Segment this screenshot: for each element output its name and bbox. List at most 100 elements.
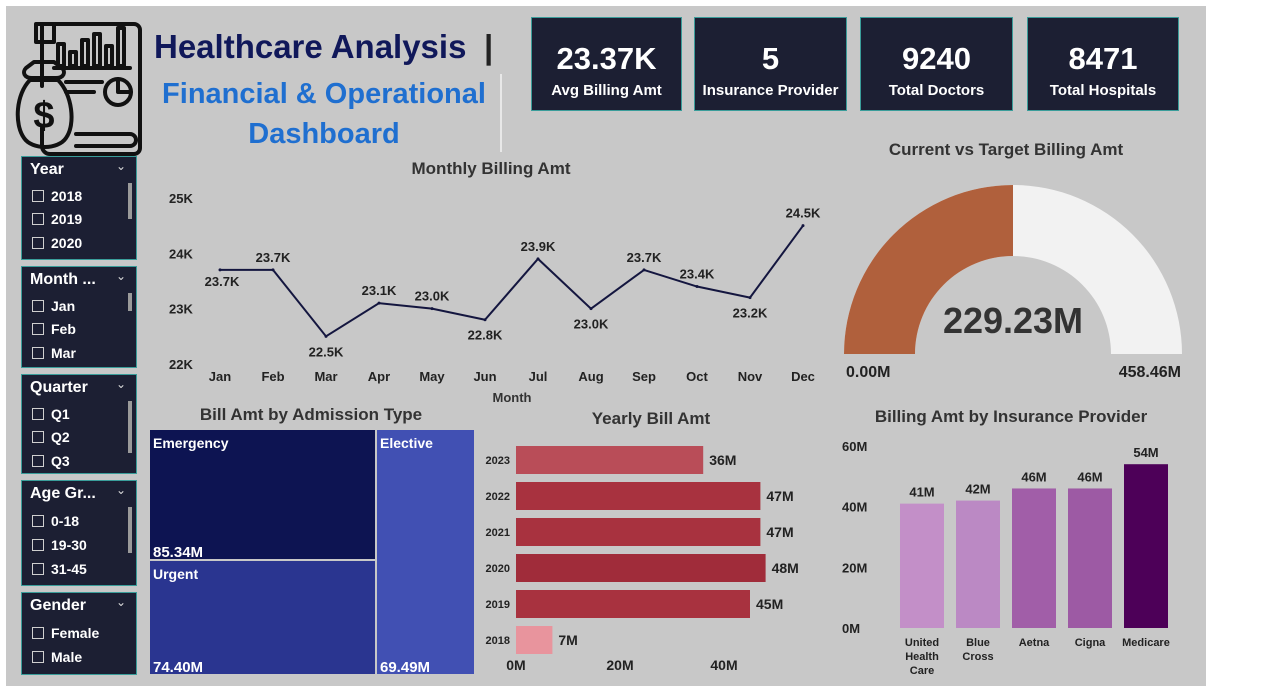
treemap-title: Bill Amt by Admission Type	[199, 405, 423, 424]
checkbox-icon[interactable]	[32, 190, 44, 202]
slicer-option[interactable]: 2018	[32, 188, 82, 204]
data-label: 23.1K	[362, 283, 397, 298]
x-tick-label: Medicare	[1122, 637, 1170, 649]
slicer-title: Year	[30, 161, 64, 178]
slicer-option[interactable]: Female	[32, 625, 99, 641]
slicer-option[interactable]: 2020	[32, 235, 82, 251]
slicer-option[interactable]: Jan	[32, 298, 75, 314]
slicer-scrollbar[interactable]	[128, 507, 132, 553]
y-tick-label: 2018	[486, 635, 510, 647]
y-tick-label: 0M	[842, 621, 860, 636]
bar	[516, 590, 750, 618]
bar	[516, 518, 761, 546]
slicer-option[interactable]: 19-30	[32, 537, 87, 553]
x-tick-label: Cross	[962, 651, 993, 663]
slicer-option[interactable]: 2019	[32, 211, 82, 227]
checkbox-icon[interactable]	[32, 408, 44, 420]
y-tick-label: 2023	[486, 455, 510, 467]
year-slicer[interactable]: Year ⌄ 2018 2019 2020	[21, 156, 137, 260]
chevron-down-icon[interactable]: ⌄	[116, 159, 126, 173]
x-tick-label: Sep	[632, 369, 656, 384]
y-tick-label: 2020	[486, 563, 510, 575]
month-slicer[interactable]: Month ... ⌄ Jan Feb Mar	[21, 266, 137, 368]
x-tick-label: 0M	[506, 657, 525, 673]
kpi-value: 8471	[1068, 41, 1138, 76]
data-label: 23.2K	[733, 306, 768, 321]
checkbox-icon[interactable]	[32, 431, 44, 443]
x-axis-label: Month	[493, 390, 532, 405]
chevron-down-icon[interactable]: ⌄	[116, 595, 126, 609]
kpi-label: Insurance Provider	[702, 82, 839, 99]
checkbox-icon[interactable]	[32, 539, 44, 551]
option-label: Jan	[51, 298, 76, 314]
checkbox-icon[interactable]	[32, 300, 44, 312]
x-tick-label: Jul	[529, 369, 548, 384]
checkbox-icon[interactable]	[32, 563, 44, 575]
option-label: Q1	[51, 406, 70, 422]
checkbox-icon[interactable]	[32, 627, 44, 639]
yearly-bill-title: Yearly Bill Amt	[591, 409, 711, 428]
y-tick-label: 24K	[169, 246, 193, 261]
slicer-option[interactable]: Q2	[32, 429, 70, 445]
kpi-value: 9240	[902, 41, 971, 76]
checkbox-icon[interactable]	[32, 213, 44, 225]
slicer-scrollbar[interactable]	[128, 293, 132, 311]
y-tick-label: 60M	[842, 439, 867, 454]
option-label: 31-45	[51, 561, 87, 577]
data-label: 7M	[558, 632, 577, 648]
data-label: 41M	[909, 485, 934, 500]
slicer-option[interactable]: Male	[32, 649, 82, 665]
treemap-category-label: Urgent	[153, 566, 198, 582]
quarter-slicer[interactable]: Quarter ⌄ Q1 Q2 Q3	[21, 374, 137, 474]
data-label: 54M	[1133, 445, 1158, 460]
checkbox-icon[interactable]	[32, 651, 44, 663]
slicer-option[interactable]: 31-45	[32, 561, 87, 577]
gender-slicer[interactable]: Gender ⌄ Female Male	[21, 592, 137, 675]
slicer-option[interactable]: Mar	[32, 345, 76, 361]
insurance-provider-bar-chart: 0M 20M 40M 60M 41M United Health Care 42M Blue Cro…	[842, 439, 1170, 677]
data-point	[695, 285, 699, 289]
slicer-scrollbar[interactable]	[128, 183, 132, 219]
data-label: 46M	[1077, 469, 1102, 484]
slicer-option[interactable]: Q1	[32, 406, 70, 422]
slicer-scrollbar[interactable]	[128, 401, 132, 453]
data-label: 48M	[772, 560, 799, 576]
checkbox-icon[interactable]	[32, 515, 44, 527]
y-tick-label: 22K	[169, 357, 193, 372]
y-tick-label: 40M	[842, 500, 867, 515]
monthly-billing-line-chart: 22K 23K 24K 25K 23.7K Jan 23.7K Feb 22.5K Mar 23.1…	[169, 191, 821, 405]
title-separator: |	[484, 28, 494, 65]
yearly-bill-bar-chart: 2023 36M 2022 47M 2021 47M 2020 48M 2019 45M 2018 7…	[486, 446, 799, 673]
kpi-total-hospitals-card: 8471 Total Hospitals	[1027, 17, 1179, 111]
slicer-option[interactable]: Feb	[32, 321, 76, 337]
treemap-category-label: Elective	[380, 435, 433, 451]
kpi-avg-billing-card: 23.37K Avg Billing Amt	[531, 17, 682, 111]
bar	[516, 554, 766, 582]
kpi-label: Total Doctors	[888, 82, 985, 99]
data-label: 23.7K	[205, 274, 240, 289]
current-vs-target-gauge: 229.23M 0.00M 458.46M	[844, 185, 1182, 381]
option-label: Q2	[51, 429, 70, 445]
data-point	[271, 268, 275, 272]
chevron-down-icon[interactable]: ⌄	[116, 269, 126, 283]
x-tick-label: Feb	[261, 369, 284, 384]
chevron-down-icon[interactable]: ⌄	[116, 377, 126, 391]
data-point	[642, 268, 646, 272]
age-group-slicer[interactable]: Age Gr... ⌄ 0-18 19-30 31-45	[21, 480, 137, 586]
data-point	[748, 296, 752, 300]
checkbox-icon[interactable]	[32, 323, 44, 335]
y-tick-label: 23K	[169, 302, 193, 317]
slicer-option[interactable]: 0-18	[32, 513, 79, 529]
bar	[516, 482, 761, 510]
checkbox-icon[interactable]	[32, 237, 44, 249]
option-label: Female	[51, 625, 100, 641]
option-label: Feb	[51, 321, 76, 337]
x-tick-label: Health	[905, 651, 939, 663]
kpi-label: Avg Billing Amt	[551, 82, 662, 99]
checkbox-icon[interactable]	[32, 347, 44, 359]
checkbox-icon[interactable]	[32, 455, 44, 467]
slicer-option[interactable]: Q3	[32, 453, 70, 469]
x-tick-label: Blue	[966, 637, 990, 649]
chevron-down-icon[interactable]: ⌄	[116, 483, 126, 497]
insurance-provider-title: Billing Amt by Insurance Provider	[874, 407, 1148, 426]
